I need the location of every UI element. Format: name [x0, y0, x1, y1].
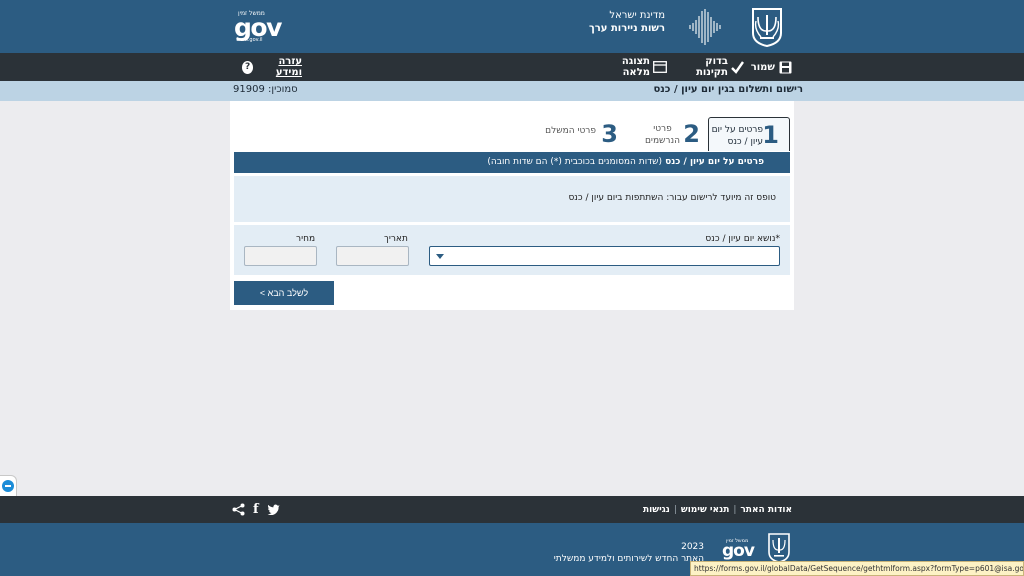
form-card: 1 פרטים על יום עיון / כנס 2 פרטי הנרשמים…	[230, 101, 794, 310]
price-field[interactable]	[244, 246, 317, 266]
tab-label-line-2: עיון / כנס	[727, 137, 763, 147]
toolbar: שמור בדוק תקינות תצוגה מלאה ? עזרה ומידע	[0, 53, 1024, 81]
help-link[interactable]: ? עזרה ומידע	[242, 53, 302, 81]
footer-link-accessibility[interactable]: נגישות	[643, 505, 670, 515]
date-field[interactable]	[336, 246, 409, 266]
date-label: תאריך	[384, 234, 408, 244]
tab-payer-details[interactable]: 3 פרטי המשלם	[540, 117, 626, 151]
authority-line-1: מדינת ישראל	[609, 10, 665, 21]
save-icon	[779, 61, 792, 73]
footer-year: 2023	[681, 542, 704, 552]
subject-select[interactable]	[429, 246, 780, 266]
tab-number: 2	[683, 120, 700, 148]
help-icon: ?	[242, 60, 254, 74]
tab-label: פרטי הנרשמים	[645, 123, 680, 147]
title-strip: רישום ותשלום בגין יום עיון / כנס סמוכין:…	[0, 81, 1024, 101]
state-emblem-icon	[752, 8, 782, 47]
top-header: מדינת ישראל רשות ניירות ערך ממשל זמין go…	[0, 0, 1024, 53]
facebook-icon[interactable]: f	[253, 503, 259, 516]
tab-label: פרטי המשלם	[545, 126, 596, 136]
chevron-down-icon	[436, 254, 444, 259]
footer-gov-word: gov	[722, 541, 755, 561]
footer-separator: |	[733, 504, 737, 515]
share-icon[interactable]	[232, 503, 245, 516]
section-subtitle: (שדות המסומנים בכוכבית (*) הם שדות חובה)	[487, 157, 662, 167]
check-validity-label: בדוק תקינות	[696, 56, 728, 78]
tab-label: פרטים על יום עיון / כנס	[712, 124, 763, 148]
section-title: פרטים על יום עיון / כנס	[665, 157, 764, 167]
section-header: פרטים על יום עיון / כנס (שדות המסומנים ב…	[234, 152, 790, 173]
tab-event-details[interactable]: 1 פרטים על יום עיון / כנס	[708, 117, 790, 151]
tab-number: 1	[762, 121, 779, 149]
isa-logo-icon	[689, 9, 721, 45]
help-label: עזרה ומידע	[275, 56, 302, 78]
footer-separator: |	[673, 504, 677, 515]
reference-number: סמוכין: 91909	[233, 84, 298, 95]
state-emblem-icon	[768, 533, 790, 563]
save-label: שמור	[750, 61, 775, 73]
full-view-icon	[653, 61, 667, 73]
subject-label: *נושא יום עיון / כנס	[705, 234, 780, 244]
footer-tagline: האתר החדש לשירותים ולמידע ממשלתי	[553, 554, 704, 564]
check-validity-button[interactable]: בדוק תקינות	[680, 53, 744, 81]
next-step-button[interactable]: לשלב הבא >	[234, 281, 334, 305]
tab-registrants[interactable]: 2 פרטי הנרשמים	[628, 117, 702, 151]
authority-line-2: רשות ניירות ערך	[589, 23, 665, 34]
status-bar-url: https://forms.gov.il/globalData/GetSeque…	[690, 561, 1024, 576]
page-title: רישום ותשלום בגין יום עיון / כנס	[653, 84, 803, 95]
authority-title: מדינת ישראל רשות ניירות ערך	[545, 9, 665, 36]
info-panel: טופס זה מיועד לרישום עבור: השתתפות ביום …	[234, 176, 790, 222]
social-icons: f	[232, 496, 280, 523]
tab-label-line-2: הנרשמים	[644, 136, 680, 146]
twitter-icon[interactable]	[267, 504, 280, 515]
save-button[interactable]: שמור	[750, 53, 792, 81]
full-view-button[interactable]: תצוגה מלאה	[602, 53, 667, 81]
tab-label-line-1: פרטים על יום	[711, 125, 763, 135]
tab-label-line-1: פרטי	[653, 124, 672, 134]
info-text: טופס זה מיועד לרישום עבור: השתתפות ביום …	[568, 193, 776, 203]
price-label: מחיר	[296, 234, 316, 244]
footer-links-bar: אודות האתר | תנאי שימוש | נגישות f	[0, 496, 1024, 523]
fields-panel: *נושא יום עיון / כנס תאריך מחיר	[234, 225, 790, 275]
footer-links: אודות האתר | תנאי שימוש | נגישות	[643, 496, 792, 523]
gov-logo-url: www.gov.il	[236, 37, 263, 43]
footer-link-terms[interactable]: תנאי שימוש	[681, 505, 729, 515]
full-view-label: תצוגה מלאה	[621, 56, 650, 78]
footer-link-about[interactable]: אודות האתר	[740, 505, 792, 515]
gov-logo[interactable]: ממשל זמין gov www.gov.il	[234, 10, 284, 44]
footer-gov-logo[interactable]: ממשל זמין gov	[722, 537, 762, 563]
checkmark-icon	[731, 60, 744, 74]
accessibility-icon	[2, 480, 14, 492]
tab-number: 3	[601, 120, 618, 148]
